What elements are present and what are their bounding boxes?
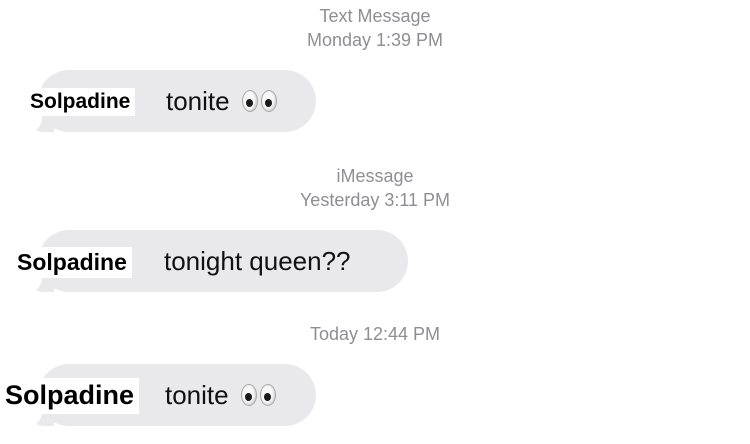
message-text: tonight queen?? (164, 245, 351, 276)
timestamp-header: Today 12:44 PM (0, 322, 750, 346)
timestamp-label: Monday 1:39 PM (306, 30, 444, 50)
sender-name-overlay: Solpadine (12, 247, 132, 278)
service-label: Text Message (319, 6, 431, 26)
sender-name-overlay: Solpadine (0, 378, 140, 414)
sender-name-overlay: Solpadine (25, 88, 136, 117)
timestamp-header: iMessage Yesterday 3:11 PM (0, 164, 750, 212)
message-text: tonite (165, 379, 229, 410)
timestamp-label: Yesterday 3:11 PM (299, 190, 451, 210)
eyes-icon (241, 90, 277, 112)
service-label: iMessage (336, 166, 414, 186)
message-text: tonite (166, 85, 230, 116)
timestamp-label: Today 12:44 PM (309, 324, 441, 344)
eyes-icon (240, 384, 276, 406)
timestamp-header: Text Message Monday 1:39 PM (0, 4, 750, 52)
